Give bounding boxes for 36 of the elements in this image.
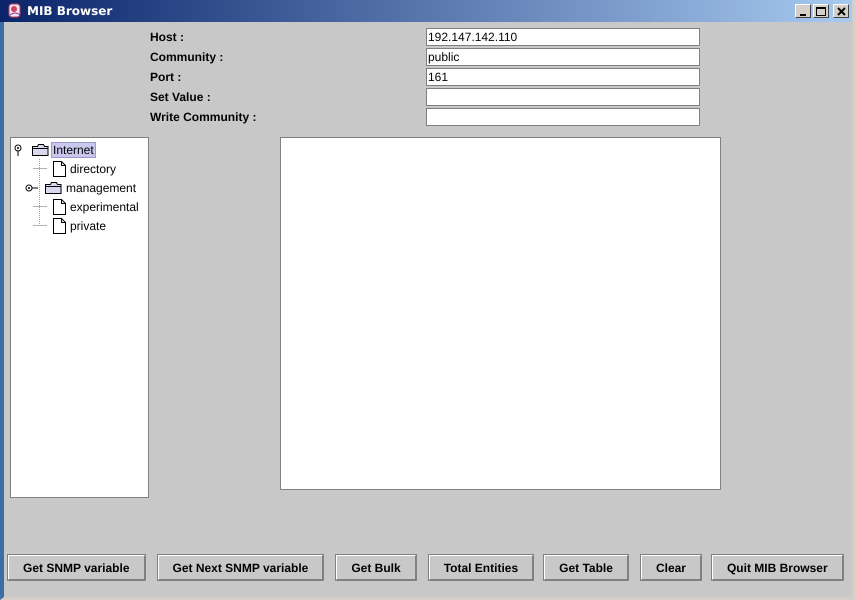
action-button[interactable]: Get Bulk — [336, 555, 416, 580]
close-icon — [836, 6, 846, 16]
minimize-button[interactable] — [795, 4, 811, 18]
folder-icon — [32, 142, 49, 156]
input-field[interactable]: 192.147.142.110 — [426, 28, 700, 46]
input-field[interactable] — [426, 88, 700, 106]
close-button[interactable] — [833, 4, 849, 18]
tree-item[interactable]: private — [69, 218, 108, 232]
field-label: Set Value : — [150, 90, 212, 104]
field-label: Write Community : — [150, 110, 258, 124]
field-label: Host : — [150, 30, 185, 44]
page-icon — [53, 160, 66, 176]
minimize-icon — [800, 14, 806, 16]
tree-item[interactable]: management — [65, 180, 138, 194]
expand-handle-icon[interactable] — [25, 182, 39, 194]
action-button[interactable]: Quit MIB Browser — [712, 555, 843, 580]
action-button[interactable]: Get Next SNMP variable — [158, 555, 324, 580]
tree-item[interactable]: experimental — [69, 200, 140, 214]
input-field[interactable]: public — [426, 48, 700, 66]
tree-item[interactable]: Internet — [52, 142, 95, 156]
app-icon — [7, 3, 23, 19]
field-label: Community : — [150, 50, 224, 64]
folder-icon — [45, 180, 62, 194]
action-button[interactable]: Clear — [640, 555, 701, 580]
page-icon — [53, 218, 66, 234]
action-button[interactable]: Get Table — [544, 555, 628, 580]
input-field[interactable]: 161 — [426, 68, 700, 86]
maximize-icon — [816, 6, 826, 16]
action-button[interactable]: Get SNMP variable — [8, 555, 144, 580]
maximize-button[interactable] — [813, 4, 829, 18]
field-label: Port : — [150, 70, 182, 84]
window-title: MIB Browser — [27, 4, 114, 18]
tree-item[interactable]: directory — [69, 162, 118, 176]
page-icon — [53, 198, 66, 214]
input-field[interactable] — [426, 108, 700, 126]
action-button[interactable]: Total Entities — [428, 555, 534, 580]
